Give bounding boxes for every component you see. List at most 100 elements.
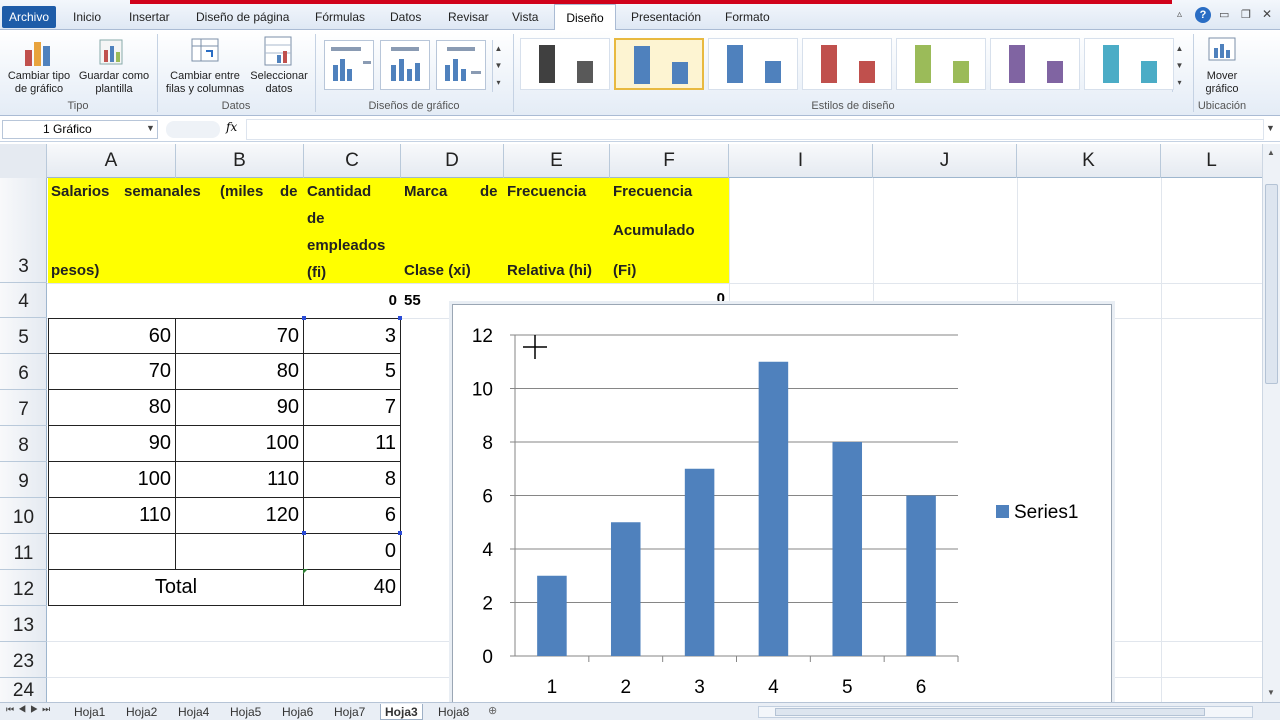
cell-a8[interactable]: 90	[48, 426, 176, 462]
row-header-4[interactable]: 4	[0, 283, 47, 318]
row-header-9[interactable]: 9	[0, 462, 47, 498]
column-header-f[interactable]: F	[610, 144, 729, 178]
row-header-10[interactable]: 10	[0, 498, 47, 534]
range-handle[interactable]	[302, 531, 306, 535]
insert-sheet-icon[interactable]: ⊕	[488, 704, 497, 717]
cell-b7[interactable]: 90	[176, 390, 304, 426]
vertical-scroll-thumb[interactable]	[1265, 184, 1278, 384]
total-value-cell[interactable]: 40	[304, 570, 401, 606]
tab-formulas[interactable]: Fórmulas	[315, 10, 365, 24]
move-chart-button[interactable]: Mover gráfico	[1196, 70, 1248, 96]
chart-style-3[interactable]	[708, 38, 798, 90]
cell-a5[interactable]: 60	[48, 318, 176, 354]
row-header-12[interactable]: 12	[0, 570, 47, 606]
cell-a7[interactable]: 80	[48, 390, 176, 426]
minimize-ribbon-icon[interactable]: ▵	[1177, 9, 1182, 20]
tab-formato[interactable]: Formato	[725, 10, 770, 24]
tab-insertar[interactable]: Insertar	[129, 10, 170, 24]
column-header-k[interactable]: K	[1017, 144, 1161, 178]
row-header-23[interactable]: 23	[0, 642, 47, 678]
sheet-tab-hoja6[interactable]: Hoja6	[278, 704, 317, 720]
formula-input[interactable]	[246, 119, 1264, 140]
sheet-tab-hoja8[interactable]: Hoja8	[434, 704, 473, 720]
column-chart[interactable]: 0246810121 2 3 4 5 6Series1	[453, 305, 1111, 713]
row-header-3[interactable]: 3	[0, 178, 47, 283]
column-header-e[interactable]: E	[504, 144, 610, 178]
cell-b9[interactable]: 110	[176, 462, 304, 498]
tab-datos[interactable]: Datos	[390, 10, 421, 24]
column-header-j[interactable]: J	[873, 144, 1017, 178]
column-header-i[interactable]: I	[729, 144, 873, 178]
chart-layout-2[interactable]	[380, 40, 430, 90]
sheet-tab-hoja2[interactable]: Hoja2	[122, 704, 161, 720]
select-data-icon[interactable]	[263, 35, 295, 70]
change-chart-type-icon[interactable]	[22, 36, 56, 71]
row-header-11[interactable]: 11	[0, 534, 47, 570]
change-chart-type-button[interactable]: Cambiar tipo de gráfico	[4, 70, 74, 96]
column-header-d[interactable]: D	[401, 144, 504, 178]
chart-layout-3[interactable]	[436, 40, 486, 90]
chart-style-7[interactable]	[1084, 38, 1174, 90]
cell-c6[interactable]: 5	[304, 354, 401, 390]
sheet-nav-icon[interactable]: ⏮◀▶⏭	[6, 704, 54, 715]
name-box[interactable]: 1 Gráfico	[2, 120, 158, 139]
tab-inicio[interactable]: Inicio	[73, 10, 101, 24]
header-cell-frec-relativa[interactable]: Frecuencia Relativa (hi)	[504, 178, 610, 283]
cell-c10[interactable]: 6	[304, 498, 401, 534]
column-header-a[interactable]: A	[47, 144, 176, 178]
chart-area[interactable]: 0 2 4 6 8 10 12 1 2 3 4 5 6 Series1	[452, 304, 1112, 714]
help-icon[interactable]: ?	[1195, 7, 1211, 23]
switch-row-column-button[interactable]: Cambiar entre filas y columnas	[162, 70, 248, 96]
cell-b11[interactable]	[176, 534, 304, 570]
chart-style-1[interactable]	[520, 38, 610, 90]
header-cell-frec-acumulada[interactable]: Frecuencia Acumulado (Fi)	[610, 178, 729, 283]
select-all-corner[interactable]	[0, 144, 47, 178]
header-cell-salarios[interactable]: Salarios semanales (miles de pesos)	[48, 178, 304, 283]
cell-c7[interactable]: 7	[304, 390, 401, 426]
range-handle[interactable]	[398, 531, 402, 535]
sheet-tab-hoja5[interactable]: Hoja5	[226, 704, 265, 720]
range-handle[interactable]	[302, 316, 306, 320]
total-label-cell[interactable]: Total	[48, 570, 304, 606]
row-header-8[interactable]: 8	[0, 426, 47, 462]
vertical-scrollbar[interactable]: ▲ ▼	[1262, 144, 1280, 702]
expand-formula-icon[interactable]: ▼	[1266, 123, 1275, 133]
row-header-7[interactable]: 7	[0, 390, 47, 426]
column-header-b[interactable]: B	[176, 144, 304, 178]
cell-a9[interactable]: 100	[48, 462, 176, 498]
column-header-c[interactable]: C	[304, 144, 401, 178]
insert-function-icon[interactable]: fx	[226, 120, 237, 134]
select-data-button[interactable]: Seleccionar datos	[246, 70, 312, 96]
chart-style-6[interactable]	[990, 38, 1080, 90]
header-cell-cantidad[interactable]: Cantidad de empleados (fi)	[304, 178, 401, 283]
row-header-13[interactable]: 13	[0, 606, 47, 642]
row-header-6[interactable]: 6	[0, 354, 47, 390]
horizontal-scrollbar[interactable]	[758, 706, 1253, 718]
chart-layout-1[interactable]	[324, 40, 374, 90]
window-close-icon[interactable]: ✕	[1262, 7, 1272, 21]
scroll-down-icon[interactable]: ▼	[1267, 688, 1275, 697]
sheet-tab-hoja1[interactable]: Hoja1	[70, 704, 109, 720]
row-header-5[interactable]: 5	[0, 318, 47, 354]
layout-gallery-scroll[interactable]: ▲ ▼ ▾	[492, 40, 504, 92]
tab-archivo[interactable]: Archivo	[2, 6, 56, 28]
tab-vista[interactable]: Vista	[512, 10, 538, 24]
switch-row-column-icon[interactable]	[190, 35, 222, 68]
save-template-icon[interactable]	[96, 34, 130, 71]
window-restore-icon[interactable]: ❐	[1241, 8, 1251, 21]
header-cell-marca[interactable]: Marca de Clase (xi)	[401, 178, 504, 283]
cell-a11[interactable]	[48, 534, 176, 570]
cell-c11[interactable]: 0	[304, 534, 401, 570]
window-minimize-icon[interactable]: ▭	[1219, 8, 1229, 21]
cell-b5[interactable]: 70	[176, 318, 304, 354]
save-template-button[interactable]: Guardar como plantilla	[76, 70, 152, 96]
name-box-dropdown-icon[interactable]: ▼	[146, 123, 155, 133]
cell-c8[interactable]: 11	[304, 426, 401, 462]
scroll-up-icon[interactable]: ▲	[1267, 148, 1275, 157]
tab-diseno-pagina[interactable]: Diseño de página	[196, 10, 289, 24]
sheet-tab-hoja4[interactable]: Hoja4	[174, 704, 213, 720]
sheet-tab-hoja7[interactable]: Hoja7	[330, 704, 369, 720]
chart-style-5[interactable]	[896, 38, 986, 90]
range-handle[interactable]	[398, 316, 402, 320]
tab-presentacion[interactable]: Presentación	[631, 10, 701, 24]
